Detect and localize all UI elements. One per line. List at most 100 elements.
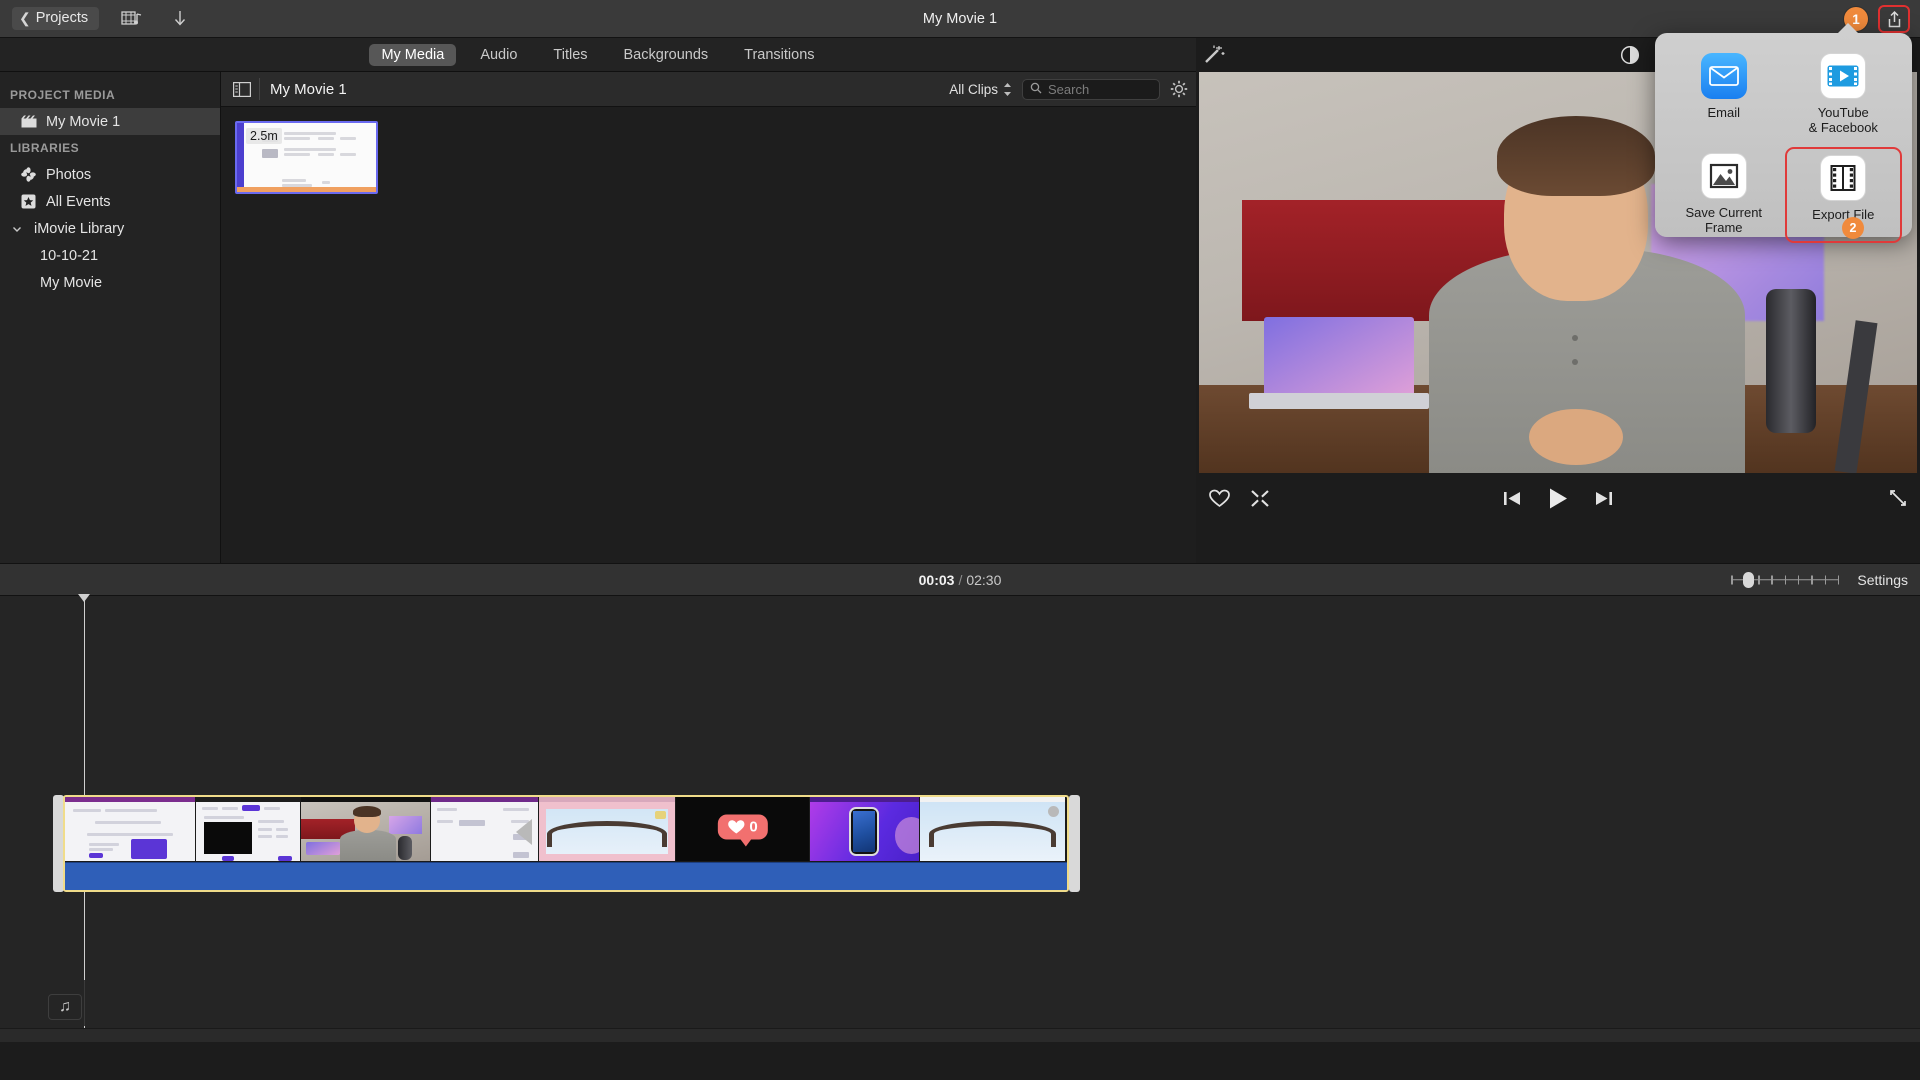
header-divider <box>259 78 260 100</box>
heart-glyph <box>727 820 744 834</box>
play-icon[interactable] <box>1547 487 1569 510</box>
timeline-clip-phone-promo[interactable] <box>810 797 920 861</box>
timeline-zoom-slider[interactable] <box>1731 571 1840 588</box>
share-options-grid: Email YouTube & Facebook Save Current Fr… <box>1655 33 1912 249</box>
current-time: 00:03 <box>918 571 955 588</box>
youtube-facebook-icon <box>1820 53 1867 99</box>
share-option-label: Save Current Frame <box>1685 205 1763 235</box>
share-option-save-current-frame[interactable]: Save Current Frame <box>1665 147 1783 243</box>
browser-header: My Movie 1 All Clips <box>221 72 1196 107</box>
clips-filter-label: All Clips <box>949 81 998 97</box>
title-bar: ❮ Projects My Movie 1 1 <box>0 0 1920 38</box>
timeline-settings-button[interactable]: Settings <box>1857 572 1908 588</box>
back-to-projects-button[interactable]: ❮ Projects <box>12 7 100 30</box>
color-balance-icon[interactable] <box>1613 40 1647 70</box>
tab-my-media[interactable]: My Media <box>369 43 457 66</box>
timeline-ruler[interactable] <box>0 596 1920 618</box>
tab-titles[interactable]: Titles <box>541 44 599 66</box>
share-popup[interactable]: Email YouTube & Facebook Save Current Fr… <box>1655 23 1912 243</box>
sidebar-item-imovie-library[interactable]: iMovie Library <box>0 215 220 242</box>
time-separator: / <box>958 571 963 588</box>
magic-wand-icon[interactable] <box>1202 44 1226 66</box>
search-field[interactable] <box>1022 78 1160 100</box>
sidebar-item-label: My Movie 1 <box>46 113 121 130</box>
media-grid: 2.5m <box>221 107 1196 194</box>
timeline-film-row: 0 <box>65 797 1067 861</box>
tab-backgrounds[interactable]: Backgrounds <box>612 44 721 66</box>
sidebar-item-my-movie[interactable]: My Movie <box>0 269 220 296</box>
clip-thumb: 0 <box>676 802 809 861</box>
sidebar-item-label: Photos <box>46 166 92 183</box>
timeline-clip-slides[interactable] <box>65 797 196 861</box>
total-time: 02:30 <box>966 571 1002 588</box>
chevron-down-icon[interactable] <box>8 220 25 237</box>
download-arrow-icon[interactable] <box>165 6 195 32</box>
timeline-clip-coaster-1[interactable] <box>539 797 676 861</box>
tab-audio[interactable]: Audio <box>468 44 529 66</box>
share-option-label: Email <box>1707 105 1740 120</box>
clapperboard-icon <box>20 113 37 130</box>
media-clip-item[interactable]: 2.5m <box>235 121 378 194</box>
preview-laptop-base <box>1249 392 1429 409</box>
gear-icon[interactable] <box>1170 80 1188 98</box>
photos-flower-icon <box>20 166 37 183</box>
back-to-projects-label: Projects <box>35 10 89 26</box>
timeline-clip-talking-head[interactable] <box>301 797 431 861</box>
timeline-clip-group[interactable]: 0 <box>63 795 1069 892</box>
preview-laptop <box>1263 316 1415 397</box>
phone-mockup <box>849 806 879 857</box>
sidebar-item-my-movie-1[interactable]: My Movie 1 <box>0 108 220 135</box>
preview-person-hair <box>1496 116 1655 197</box>
sidebar-toggle-icon[interactable] <box>229 78 255 100</box>
sidebar-item-photos[interactable]: Photos <box>0 161 220 188</box>
sidebar-item-10-10-21[interactable]: 10-10-21 <box>0 242 220 269</box>
timeline[interactable]: 0 ♫ <box>0 594 1920 1042</box>
browser-title: My Movie 1 <box>270 80 347 98</box>
search-icon <box>1030 82 1042 97</box>
viewer-controls <box>1196 473 1920 523</box>
timeline-info-bar: 00:03/02:30 Settings <box>0 563 1920 596</box>
sidebar: PROJECT MEDIA My Movie 1 LIBRARIES Photo… <box>0 72 221 563</box>
clip-thumb <box>539 802 675 861</box>
preview-microphone <box>1766 288 1817 433</box>
window-title: My Movie 1 <box>922 10 998 27</box>
clip-thumb <box>301 802 430 861</box>
sidebar-item-all-events[interactable]: All Events <box>0 188 220 215</box>
timeline-trim-handle-right[interactable] <box>1069 795 1080 892</box>
tab-transitions[interactable]: Transitions <box>732 44 826 66</box>
media-tabs: My Media Audio Titles Backgrounds Transi… <box>0 38 1196 72</box>
timeline-clip-dialog[interactable] <box>196 797 301 861</box>
like-count: 0 <box>749 818 758 836</box>
share-option-email[interactable]: Email <box>1665 47 1783 143</box>
music-note-icon[interactable]: ♫ <box>48 994 82 1020</box>
imovie-window: ❮ Projects My Movie 1 1 My Media Audio T… <box>0 0 1920 1080</box>
timeline-clip-like-counter[interactable]: 0 <box>676 797 810 861</box>
search-input[interactable] <box>1048 81 1152 97</box>
clip-thumb <box>810 802 919 861</box>
timeline-audio-waveform[interactable] <box>65 862 1067 890</box>
reject-x-icon[interactable] <box>1250 489 1270 508</box>
step-badge-2: 2 <box>1842 217 1864 239</box>
zoom-slider-knob[interactable] <box>1743 571 1755 588</box>
share-option-label: YouTube & Facebook <box>1809 105 1878 135</box>
clip-bottom-bar <box>237 187 376 192</box>
clips-filter-dropdown[interactable]: All Clips <box>949 82 1012 97</box>
timeline-track-divider <box>84 980 85 1026</box>
heart-icon[interactable] <box>1209 489 1230 508</box>
clip-thumb <box>65 802 195 861</box>
skip-back-icon[interactable] <box>1503 490 1521 507</box>
share-option-label: Export File <box>1812 207 1875 222</box>
timeline-clip-form[interactable] <box>431 797 539 861</box>
fullscreen-icon[interactable] <box>1888 488 1908 508</box>
sidebar-item-label: My Movie <box>40 274 103 291</box>
yt-line-1: YouTube <box>1817 105 1869 120</box>
skip-forward-icon[interactable] <box>1595 490 1613 507</box>
like-bubble: 0 <box>717 814 768 847</box>
timeline-clip-coaster-2[interactable] <box>920 797 1066 861</box>
media-browser: My Movie 1 All Clips Search 2.5m <box>221 72 1196 563</box>
clip-thumb <box>431 802 538 861</box>
share-option-youtube-facebook[interactable]: YouTube & Facebook <box>1785 47 1903 143</box>
film-music-icon[interactable] <box>117 6 147 32</box>
sidebar-section-project-media: PROJECT MEDIA <box>10 88 116 102</box>
share-button[interactable] <box>1878 5 1910 33</box>
